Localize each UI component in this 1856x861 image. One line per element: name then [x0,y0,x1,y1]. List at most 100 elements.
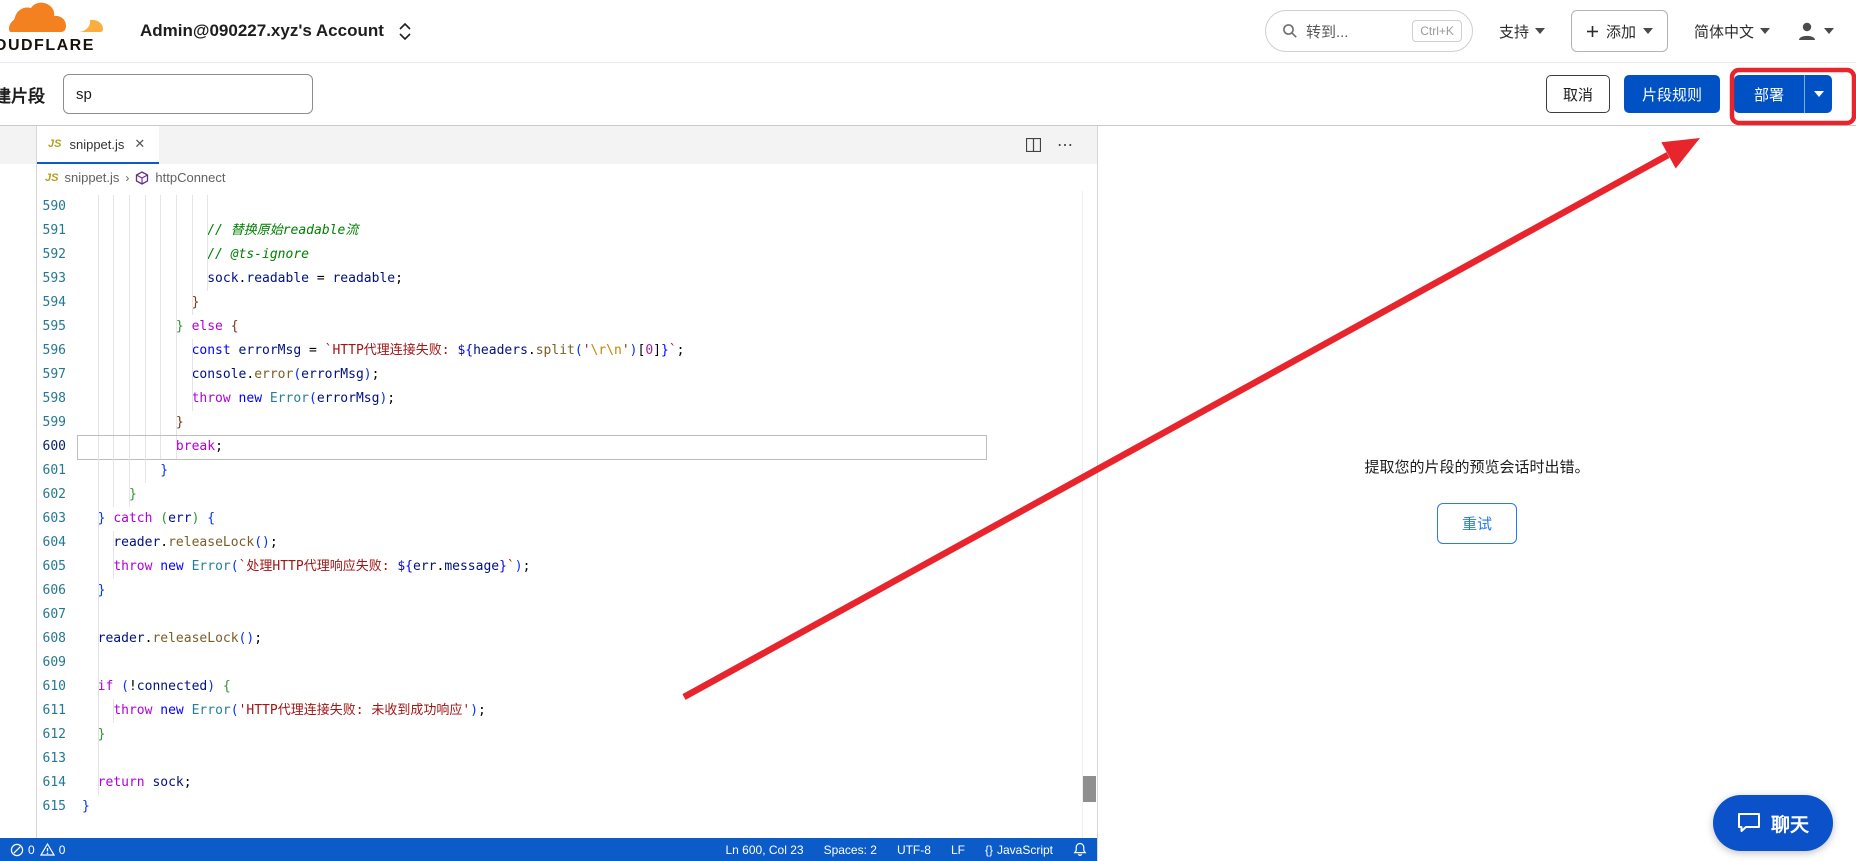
eol-setting[interactable]: LF [951,843,965,857]
line-number[interactable]: 600 [0,435,66,459]
problems-warnings[interactable]: 0 [40,843,66,857]
line-number[interactable]: 609 [0,651,66,675]
code-line[interactable]: 602 } [0,483,1097,507]
global-search-input[interactable]: 转到... Ctrl+K [1265,10,1473,52]
indent-guide [98,339,99,363]
code-line[interactable]: 603 } catch (err) { [0,507,1097,531]
code-line[interactable]: 610 if (!connected) { [0,675,1097,699]
deploy-button[interactable]: 部署 [1734,75,1804,113]
more-actions-icon[interactable]: ⋯ [1057,135,1075,155]
indent-guide [113,219,114,243]
code-line[interactable]: 595 } else { [0,315,1097,339]
line-number[interactable]: 598 [0,387,66,411]
indentation-setting[interactable]: Spaces: 2 [824,843,877,857]
indent-guide [160,219,161,243]
code-line[interactable]: 614 return sock; [0,771,1097,795]
code-line[interactable]: 591 // 替换原始readable流 [0,219,1097,243]
line-number[interactable]: 610 [0,675,66,699]
code-line[interactable]: 609 [0,651,1097,675]
line-number[interactable]: 591 [0,219,66,243]
code-line[interactable]: 590 [0,195,1097,219]
account-switcher-icon[interactable] [398,22,412,41]
line-number[interactable]: 605 [0,555,66,579]
line-number[interactable]: 596 [0,339,66,363]
code-line[interactable]: 605 throw new Error(`处理HTTP代理响应失败: ${err… [0,555,1097,579]
line-number[interactable]: 615 [0,795,66,819]
snippet-rules-button[interactable]: 片段规则 [1624,75,1720,113]
line-number[interactable]: 613 [0,747,66,771]
add-button[interactable]: 添加 [1571,10,1668,52]
code-line[interactable]: 596 const errorMsg = `HTTP代理连接失败: ${head… [0,339,1097,363]
line-number[interactable]: 606 [0,579,66,603]
editor-scrollbar[interactable] [1082,191,1097,838]
code-line[interactable]: 608 reader.releaseLock(); [0,627,1097,651]
line-number[interactable]: 590 [0,195,66,219]
line-number[interactable]: 602 [0,483,66,507]
line-number[interactable]: 604 [0,531,66,555]
support-menu[interactable]: 支持 [1499,21,1545,42]
chat-button[interactable]: 聊天 [1713,795,1833,851]
code-line[interactable]: 612 } [0,723,1097,747]
code-line[interactable]: 613 [0,747,1097,771]
retry-button[interactable]: 重试 [1437,503,1517,544]
encoding-setting[interactable]: UTF-8 [897,843,931,857]
line-number[interactable]: 594 [0,291,66,315]
indent-guide [113,483,114,507]
code-area[interactable]: 590591 // 替换原始readable流592 // @ts-ignore… [0,191,1097,819]
line-number[interactable]: 597 [0,363,66,387]
indent-guide [129,483,130,507]
indent-guide [98,483,99,507]
language-menu[interactable]: 简体中文 [1694,21,1770,42]
line-number[interactable]: 607 [0,603,66,627]
snippet-name-input[interactable] [63,74,313,114]
snippet-toolbar: 建片段 取消 片段规则 部署 [0,62,1856,126]
code-text: } [82,411,184,435]
code-line[interactable]: 598 throw new Error(errorMsg); [0,387,1097,411]
problems-errors[interactable]: 0 [10,843,35,857]
split-editor-icon[interactable] [1026,138,1041,152]
code-line[interactable]: 600 break; [0,435,1097,459]
breadcrumb-file[interactable]: snippet.js [64,170,119,185]
indent-guide [113,363,114,387]
add-label: 添加 [1606,21,1636,42]
language-mode[interactable]: {} JavaScript [985,843,1053,857]
code-line[interactable]: 604 reader.releaseLock(); [0,531,1097,555]
code-line[interactable]: 597 console.error(errorMsg); [0,363,1097,387]
line-number[interactable]: 603 [0,507,66,531]
line-number[interactable]: 612 [0,723,66,747]
line-number[interactable]: 595 [0,315,66,339]
top-header: OUDFLARE Admin@090227.xyz's Account 转到..… [0,0,1856,62]
notifications-bell[interactable] [1073,842,1087,857]
deploy-dropdown-button[interactable] [1804,75,1832,113]
close-tab-icon[interactable]: ✕ [132,136,147,152]
code-line[interactable]: 593 sock.readable = readable; [0,267,1097,291]
line-number[interactable]: 593 [0,267,66,291]
code-line[interactable]: 599 } [0,411,1097,435]
cloudflare-logo[interactable]: OUDFLARE [0,0,118,62]
code-line[interactable]: 601 } [0,459,1097,483]
javascript-file-icon: JS [48,138,61,150]
code-line[interactable]: 611 throw new Error('HTTP代理连接失败: 未收到成功响应… [0,699,1097,723]
cancel-button[interactable]: 取消 [1546,75,1610,113]
indent-guide [145,339,146,363]
code-line[interactable]: 594 } [0,291,1097,315]
cursor-position[interactable]: Ln 600, Col 23 [726,843,804,857]
user-menu[interactable] [1796,20,1834,42]
code-line[interactable]: 607 [0,603,1097,627]
line-number[interactable]: 611 [0,699,66,723]
breadcrumb-symbol[interactable]: httpConnect [155,170,225,185]
line-number[interactable]: 601 [0,459,66,483]
line-number[interactable]: 599 [0,411,66,435]
scrollbar-thumb[interactable] [1083,776,1096,802]
tab-snippet-js[interactable]: JS snippet.js ✕ [36,126,159,164]
code-line[interactable]: 615} [0,795,1097,819]
indent-guide [113,699,114,723]
line-number[interactable]: 592 [0,243,66,267]
line-number[interactable]: 614 [0,771,66,795]
indent-guide [192,291,193,315]
line-number[interactable]: 608 [0,627,66,651]
code-line[interactable]: 592 // @ts-ignore [0,243,1097,267]
code-text: reader.releaseLock(); [82,627,262,651]
indent-guide [160,195,161,219]
code-line[interactable]: 606 } [0,579,1097,603]
